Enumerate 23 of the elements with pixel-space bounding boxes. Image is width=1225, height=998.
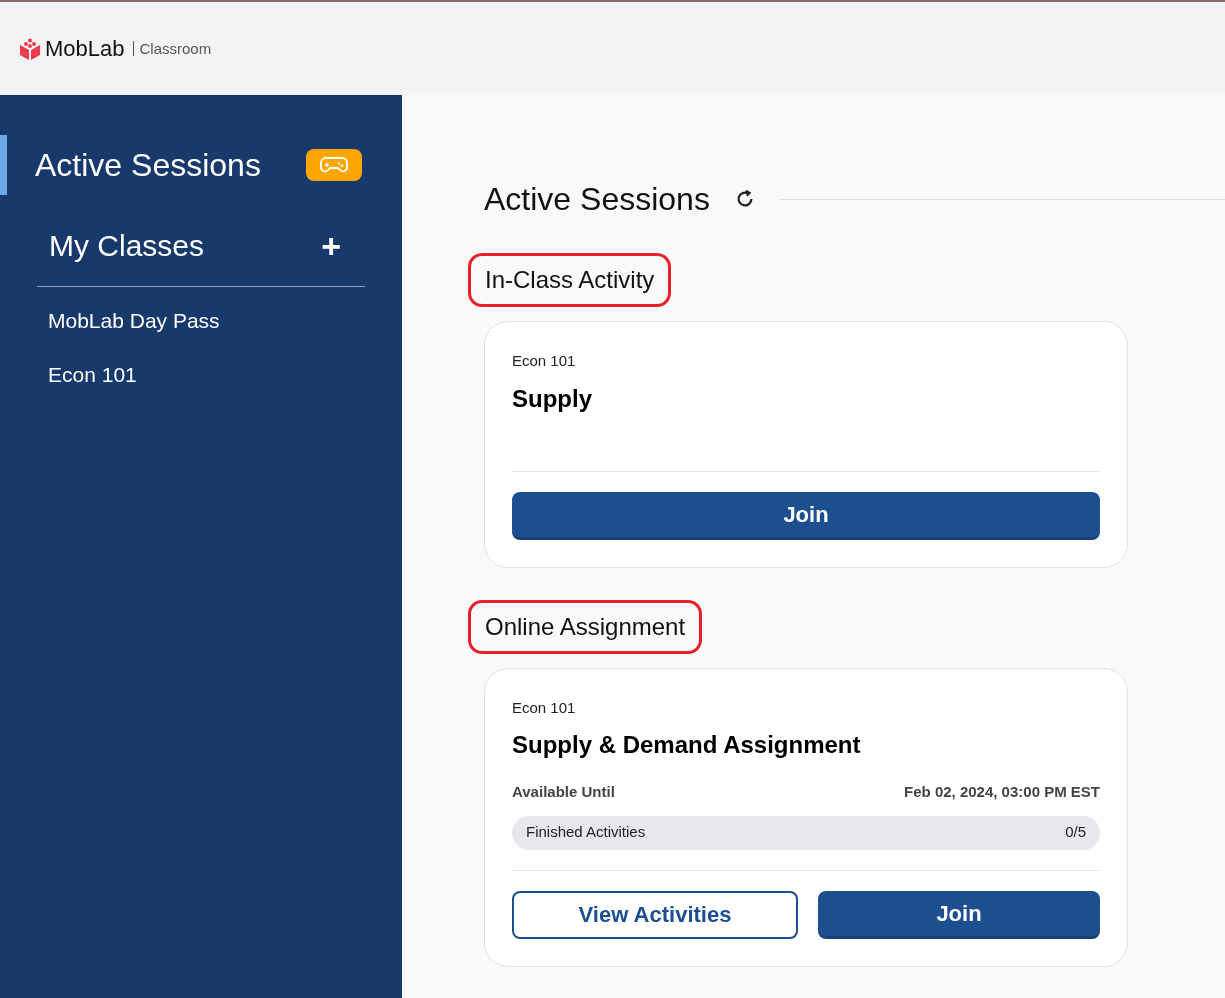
section-heading: In-Class Activity	[468, 253, 672, 307]
section-title: My Classes	[49, 228, 205, 264]
page-title: Active Sessions	[484, 180, 710, 219]
session-title: Supply	[512, 383, 593, 414]
nav-label: Active Sessions	[35, 146, 261, 185]
logo-icon	[19, 37, 41, 60]
due-value: Feb 02, 2024, 03:00 PM EST	[904, 782, 1100, 802]
progress-label: Finished Activities	[526, 822, 646, 843]
progress-reading: 0/5	[1065, 822, 1086, 843]
product-name: Classroom	[132, 41, 212, 56]
class-link[interactable]: MobLab Day Pass	[48, 305, 402, 337]
brand-name: MobLab	[45, 35, 125, 63]
course-name: Econ 101	[512, 351, 577, 371]
class-link[interactable]: Econ 101	[48, 358, 402, 390]
session-title: Supply & Demand Assignment	[512, 730, 862, 760]
join-button[interactable]: Join	[818, 890, 1100, 939]
course-name: Econ 101	[512, 697, 577, 718]
due-label: Available Until	[512, 782, 615, 802]
add-class-button[interactable]: +	[321, 228, 341, 263]
join-button[interactable]: Join	[512, 491, 1100, 540]
section-heading: Online Assignment	[468, 599, 703, 654]
view-activities-button[interactable]: View Activities	[512, 890, 798, 939]
gamepad-icon	[306, 149, 362, 181]
